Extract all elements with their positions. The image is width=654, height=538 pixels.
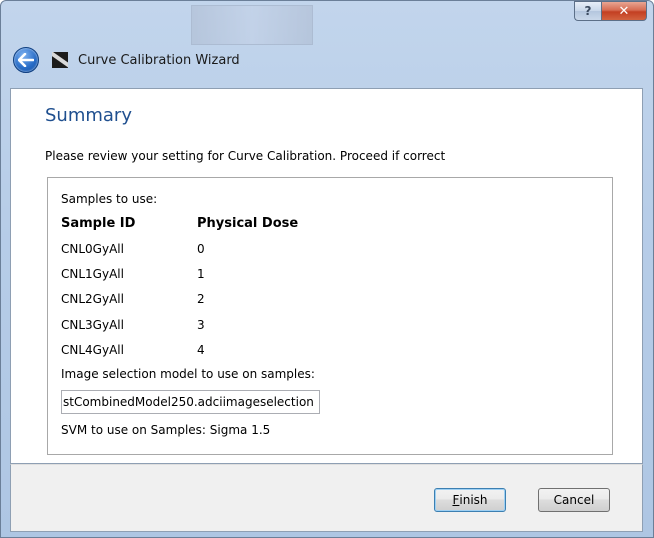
help-icon: ? [584,4,592,18]
svm-summary: SVM to use on Samples: Sigma 1.5 [61,423,271,437]
background-window-ghost [191,5,313,45]
dose-cell: 1 [197,267,205,281]
column-header-sample-id: Sample ID [61,216,136,231]
wizard-page: Summary Please review your setting for C… [10,88,643,464]
caption-buttons: ? ✕ [574,1,647,21]
close-button[interactable]: ✕ [601,1,647,21]
window-title: Curve Calibration Wizard [78,52,240,68]
title-row: Curve Calibration Wizard [13,45,240,75]
wizard-window: ? ✕ Curve Calibration Wizard Summary Ple… [0,0,654,538]
dose-cell: 0 [197,242,205,256]
summary-panel: Samples to use: Sample ID Physical Dose … [47,177,613,455]
finish-label: inish [459,493,488,507]
model-field[interactable]: stCombinedModel250.adciimageselection [61,390,320,414]
dose-cell: 3 [197,318,205,332]
button-bar: Finish Cancel [10,464,643,532]
sample-id-cell: CNL4GyAll [61,343,124,357]
cancel-button[interactable]: Cancel [538,488,610,512]
sample-id-cell: CNL1GyAll [61,267,124,281]
samples-label: Samples to use: [61,192,158,206]
model-label: Image selection model to use on samples: [61,367,315,381]
close-icon: ✕ [618,3,630,19]
sample-id-cell: CNL3GyAll [61,318,124,332]
help-button[interactable]: ? [574,1,601,21]
back-arrow-icon [18,53,34,67]
sample-id-cell: CNL2GyAll [61,292,124,306]
finish-button[interactable]: Finish [434,488,506,512]
app-icon [52,52,68,68]
page-instruction: Please review your setting for Curve Cal… [45,149,446,163]
finish-mnemonic: F [452,493,460,507]
back-button[interactable] [13,47,39,73]
page-title: Summary [45,105,132,126]
column-header-physical-dose: Physical Dose [197,216,299,231]
sample-id-cell: CNL0GyAll [61,242,124,256]
dose-cell: 4 [197,343,205,357]
dose-cell: 2 [197,292,205,306]
